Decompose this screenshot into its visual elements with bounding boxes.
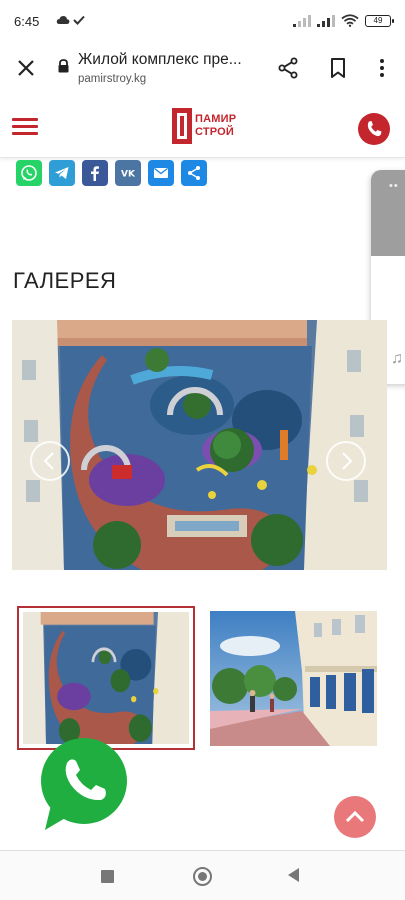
side-panel-header: •• <box>371 170 405 256</box>
logo-mark-icon <box>172 108 192 144</box>
bookmark-icon[interactable] <box>326 56 350 80</box>
home-icon[interactable] <box>193 867 212 886</box>
system-nav-bar <box>0 850 405 900</box>
gallery-prev-button[interactable] <box>30 441 70 481</box>
share-icon[interactable] <box>276 56 300 80</box>
status-bar: 6:45 49 <box>0 0 405 42</box>
status-time: 6:45 <box>14 14 40 29</box>
gallery-heading: ГАЛЕРЕЯ <box>13 268 117 293</box>
recents-icon[interactable] <box>101 870 114 883</box>
menu-icon[interactable] <box>12 118 38 136</box>
social-share-row: VK <box>16 160 207 186</box>
logo-line-1: ПАМИР <box>195 113 237 125</box>
back-icon[interactable] <box>288 868 299 882</box>
site-logo[interactable]: ПАМИР СТРОЙ <box>172 108 236 144</box>
chevron-up-icon <box>345 810 365 823</box>
wifi-icon <box>341 14 359 27</box>
thumbnail-street-image <box>210 611 377 746</box>
page-title[interactable]: Жилой комплекс пре... <box>78 51 258 69</box>
gallery-thumbnail-1[interactable] <box>17 606 195 750</box>
chevron-right-icon <box>342 452 353 470</box>
check-icon <box>73 15 85 25</box>
telegram-share-icon[interactable] <box>49 160 75 186</box>
logo-line-2: СТРОЙ <box>195 126 235 138</box>
site-header: ПАМИР СТРОЙ <box>0 96 405 158</box>
phone-icon <box>367 121 382 137</box>
more-options-icon[interactable] <box>370 56 394 80</box>
lock-icon <box>58 59 69 73</box>
battery-level: 49 <box>373 15 383 25</box>
thumbnail-courtyard-image <box>23 612 189 744</box>
browser-toolbar: Жилой комплекс пре... pamirstroy.kg <box>0 42 405 94</box>
share-more-icon[interactable] <box>181 160 207 186</box>
gallery-next-button[interactable] <box>326 441 366 481</box>
svg-text:VK: VK <box>121 170 136 180</box>
whatsapp-share-icon[interactable] <box>16 160 42 186</box>
facebook-share-icon[interactable] <box>82 160 108 186</box>
whatsapp-chat-button[interactable] <box>33 735 131 833</box>
close-icon[interactable] <box>14 56 38 80</box>
whatsapp-icon <box>41 738 127 830</box>
status-right-icons: 49 <box>293 14 394 27</box>
phone-call-button[interactable] <box>358 113 390 145</box>
gallery-thumbnail-2[interactable] <box>210 611 377 746</box>
logo-text: ПАМИР СТРОЙ <box>195 113 236 139</box>
battery-icon: 49 <box>365 14 394 27</box>
signal-2-icon <box>317 14 335 27</box>
status-left-icons <box>56 15 85 25</box>
email-share-icon[interactable] <box>148 160 174 186</box>
page-url[interactable]: pamirstroy.kg <box>78 73 146 85</box>
vk-share-icon[interactable]: VK <box>115 160 141 186</box>
cloud-icon <box>56 16 70 24</box>
chevron-left-icon <box>43 452 54 470</box>
scroll-to-top-button[interactable] <box>334 796 376 838</box>
music-icon: ♫ <box>391 350 403 367</box>
screen: 6:45 49 Жилой комплекс пре... pamirstroy… <box>0 0 405 900</box>
signal-1-icon <box>293 14 311 27</box>
